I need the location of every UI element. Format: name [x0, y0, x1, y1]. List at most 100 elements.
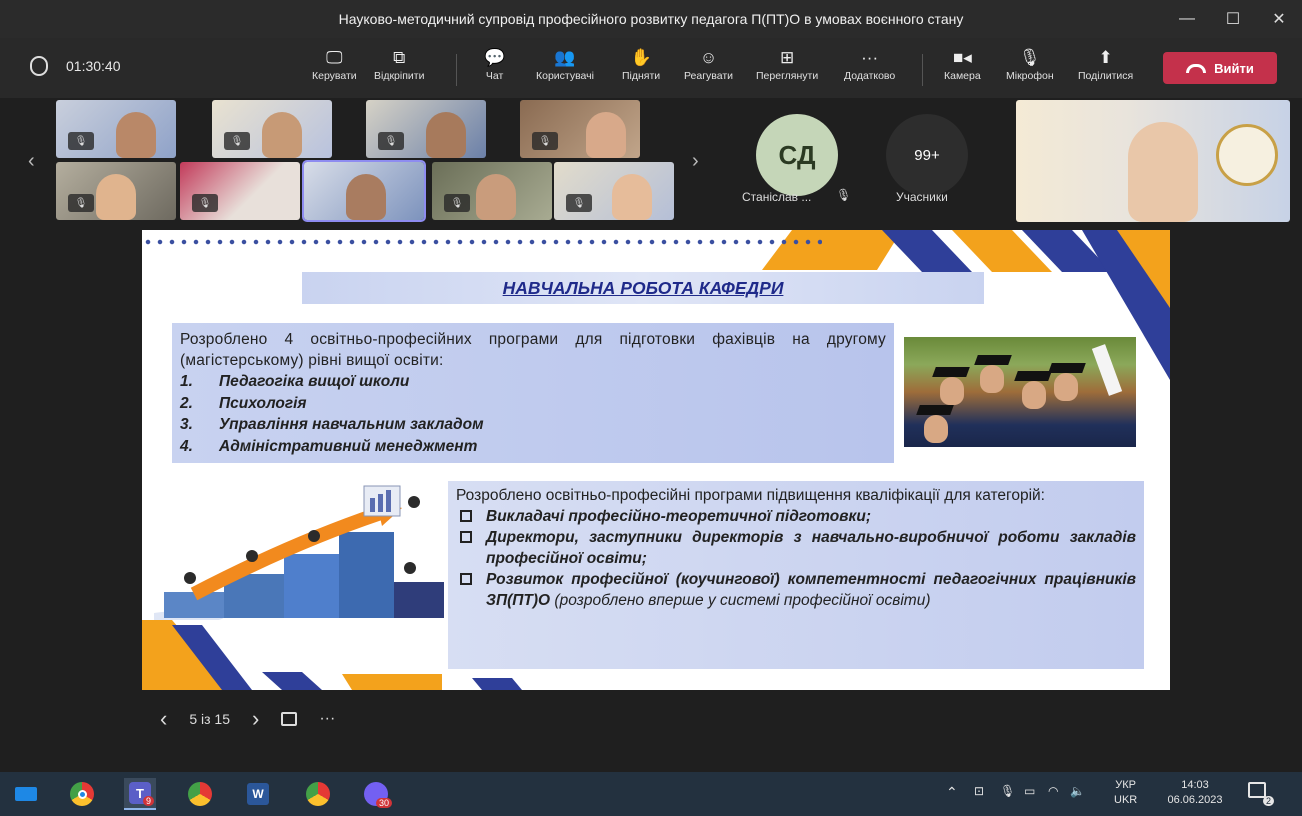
- viber-icon[interactable]: 30: [360, 778, 392, 810]
- video-tile[interactable]: 🎙: [212, 100, 332, 158]
- list-item: 3. Управління навчальним закладом: [180, 414, 886, 436]
- camera-button[interactable]: ■◂ Камера: [944, 46, 981, 94]
- gallery-next-icon[interactable]: ›: [692, 150, 699, 173]
- meeting-timer: 01:30:40: [66, 58, 121, 74]
- diploma-scroll: [1091, 344, 1123, 396]
- qualification-programs-box: Розроблено освітньо-професійні програми …: [448, 481, 1144, 669]
- close-button[interactable]: ✕: [1256, 0, 1302, 38]
- video-tile[interactable]: 🎙: [56, 162, 176, 220]
- mic-off-icon: 🎙: [1019, 48, 1041, 67]
- teams-icon[interactable]: T 9: [124, 778, 156, 810]
- stripe-blue: [472, 678, 522, 690]
- window-title: Науково-методичний супровід професійного…: [338, 11, 964, 27]
- notifications-icon[interactable]: 2: [1248, 782, 1274, 806]
- share-button[interactable]: ⬆ Поділитися: [1078, 46, 1133, 94]
- video-tile-active[interactable]: [302, 160, 426, 222]
- list-item: 4. Адміністративний менеджмент: [180, 436, 886, 458]
- battery-icon[interactable]: ▭: [1024, 784, 1035, 798]
- growth-chart-illustration: [154, 482, 444, 620]
- graduates-photo: [904, 337, 1136, 447]
- popout-label: Відкріпити: [374, 70, 425, 82]
- minimize-button[interactable]: —: [1164, 0, 1210, 38]
- speaker-video-tile[interactable]: [1016, 100, 1290, 222]
- manage-label: Керувати: [312, 70, 357, 82]
- avatar-initials: СД: [778, 139, 816, 170]
- video-tile[interactable]: 🎙: [366, 100, 486, 158]
- video-tile[interactable]: 🎙: [56, 100, 176, 158]
- camera-label: Камера: [944, 70, 981, 82]
- participant-face: [116, 112, 156, 158]
- share-icon: ⬆: [1098, 48, 1113, 67]
- list-text: Викладачі професійно-теоретичної підгото…: [486, 508, 872, 525]
- mail-icon[interactable]: [10, 778, 42, 810]
- react-button[interactable]: ☺ Реагувати: [684, 46, 733, 94]
- view-button[interactable]: ⊞ Переглянути: [756, 46, 818, 94]
- graduate-face: [1022, 381, 1046, 409]
- list-text-note: (розроблено вперше у системі професійної…: [550, 592, 931, 609]
- mic-button[interactable]: 🎙 Мікрофон: [1006, 46, 1054, 94]
- gallery-prev-icon[interactable]: ‹: [28, 150, 35, 173]
- leave-button[interactable]: Вийти: [1163, 52, 1277, 84]
- view-label: Переглянути: [756, 70, 819, 82]
- chrome-profile-icon[interactable]: [302, 778, 334, 810]
- chrome-icon[interactable]: [66, 778, 98, 810]
- mic-off-icon: 🎙: [566, 194, 592, 212]
- graduation-cap: [974, 355, 1012, 365]
- teams-badge: 9: [142, 796, 154, 806]
- react-label: Реагувати: [684, 70, 734, 82]
- wifi-icon[interactable]: ◠: [1048, 784, 1058, 798]
- list-text: Адміністративний менеджмент: [219, 437, 478, 455]
- grid-view-icon[interactable]: [281, 712, 298, 726]
- graduation-cap: [932, 367, 970, 377]
- slide-title-bar: НАВЧАЛЬНА РОБОТА КАФЕДРИ: [302, 272, 984, 304]
- chat-button[interactable]: 💬 Чат: [484, 46, 505, 94]
- graduate-face: [1054, 373, 1078, 401]
- video-tile[interactable]: 🎙: [432, 162, 552, 220]
- slide-more-button[interactable]: ···: [319, 710, 335, 728]
- chat-icon: 💬: [484, 48, 506, 67]
- mic-off-icon: 🎙: [532, 132, 558, 150]
- video-tile[interactable]: 🎙: [520, 100, 640, 158]
- participant-face: [262, 112, 302, 158]
- dotted-line-decor: [142, 236, 822, 250]
- participant-face: [426, 112, 466, 158]
- people-label: Користувачі: [536, 70, 594, 82]
- avatar[interactable]: СД: [756, 114, 838, 196]
- more-label: Додатково: [844, 70, 896, 82]
- manage-button[interactable]: 🖵 Керувати: [312, 46, 357, 94]
- participant-face: [612, 174, 652, 220]
- masters-programs-intro: Розроблено 4 освітньо-професійних програ…: [180, 331, 886, 369]
- raise-hand-button[interactable]: ✋ Підняти: [622, 46, 660, 94]
- more-button[interactable]: ··· Додатково: [844, 46, 895, 94]
- graduate-face: [940, 377, 964, 405]
- graduation-cap: [1014, 371, 1052, 381]
- phone-hangup-icon: [1186, 63, 1207, 73]
- chrome-profile-icon[interactable]: [184, 778, 216, 810]
- language-indicator[interactable]: УКР UKR: [1114, 778, 1137, 808]
- word-icon[interactable]: W: [242, 778, 274, 810]
- tray-app-icon[interactable]: ⊡: [974, 784, 984, 798]
- popout-button[interactable]: ⧉ Відкріпити: [374, 46, 424, 94]
- leave-label: Вийти: [1214, 60, 1254, 76]
- clock-date: 06.06.2023: [1167, 794, 1223, 806]
- mic-off-icon: 🎙: [68, 194, 94, 212]
- windows-taskbar: T 9 W 30 ⌃ ⊡ 🎙 ▭ ◠ 🔈 УКР UKR 14:03 06.06…: [0, 772, 1302, 816]
- clock[interactable]: 14:03 06.06.2023: [1160, 778, 1230, 808]
- participants-count-circle[interactable]: 99+: [886, 114, 968, 196]
- maximize-button[interactable]: ☐: [1210, 0, 1256, 38]
- next-slide-button[interactable]: ›: [252, 706, 259, 732]
- video-tile[interactable]: 🎙: [180, 162, 300, 220]
- shield-icon[interactable]: [30, 56, 48, 76]
- mic-label: Мікрофон: [1006, 70, 1054, 82]
- tray-chevron-icon[interactable]: ⌃: [946, 784, 958, 801]
- tray-mic-icon[interactable]: 🎙: [1000, 784, 1015, 798]
- speaker-face: [1128, 122, 1198, 222]
- participants-count: 99+: [914, 146, 940, 164]
- people-button[interactable]: 👥 Користувачі: [536, 46, 594, 94]
- prev-slide-button[interactable]: ‹: [160, 706, 167, 732]
- masters-programs-box: Розроблено 4 освітньо-професійних програ…: [172, 323, 894, 463]
- video-tile[interactable]: 🎙: [554, 162, 674, 220]
- volume-icon[interactable]: 🔈: [1070, 784, 1085, 798]
- participant-gallery: ‹ 🎙 🎙 🎙 🎙 🎙 🎙 🎙 🎙 › СД Станіслав ... 🎙 9…: [0, 98, 1302, 228]
- mic-off-icon: 🎙: [836, 188, 852, 202]
